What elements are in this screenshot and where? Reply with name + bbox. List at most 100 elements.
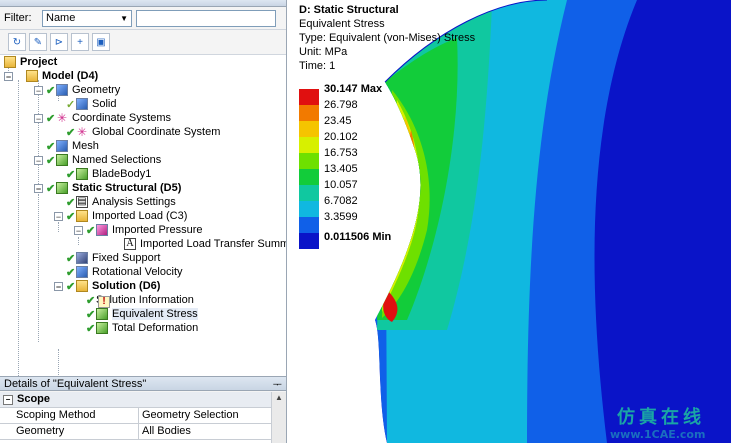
axis-icon: ✳ [76,125,88,139]
scroll-up-icon[interactable]: ▲ [272,392,286,404]
check-icon: ✔ [66,266,76,279]
legend-label: 10.057 [324,179,358,191]
outline-title-bar [0,0,286,7]
text-icon: A [124,238,136,250]
solution-icon [76,280,88,292]
collapse-icon[interactable]: − [54,211,63,221]
legend-swatch [299,185,319,201]
legend-label: 13.405 [324,163,358,175]
check-icon: ✔ [46,112,56,125]
tree-item-model[interactable]: − Model (D4) [4,69,98,83]
named-selection-icon [76,168,88,180]
tree-item-imported-load-transfer-summary[interactable]: A Imported Load Transfer Summa [124,237,286,251]
watermark-url: www.1CAE.com [610,428,706,441]
result-icon [96,322,108,334]
check-icon: ✔ [86,322,96,335]
analysis-icon [56,182,68,194]
tree-item-solution[interactable]: − ✔ Solution (D6) [54,279,160,293]
tree-item-project[interactable]: Project [4,55,57,69]
check-icon: ✔ [46,182,56,195]
legend-swatch [299,153,319,169]
check-icon: ✔ [46,154,56,167]
tree-item-mesh[interactable]: ✔ Mesh [46,139,99,153]
expand-all-icon[interactable]: + [71,33,89,51]
tree-item-rotational-velocity[interactable]: ✔ Rotational Velocity [66,265,183,279]
collapse-icon[interactable]: − [74,225,83,235]
collapse-icon[interactable]: − [34,85,43,95]
tree-item-total-deformation[interactable]: ✔ Total Deformation [86,321,198,335]
settings-icon: ▤ [76,196,88,208]
tree-item-static-structural[interactable]: − ✔ Static Structural (D5) [34,181,181,195]
outline-toolbar: ↻ ✎ ⊳ + ▣ [0,29,286,55]
select-tool-icon[interactable]: ✎ [29,33,47,51]
refresh-icon[interactable]: ↻ [8,33,26,51]
filter-search-input[interactable] [136,9,276,27]
details-title: Details of "Equivalent Stress" [4,377,147,390]
graphics-viewport[interactable]: D: Static Structural Equivalent Stress T… [287,0,731,443]
details-scrollbar[interactable]: ▲ [271,392,286,443]
tree-item-bladebody1[interactable]: ✔ BladeBody1 [66,167,151,181]
legend-swatch [299,201,319,217]
watermark-logo: 仿真在线 [617,407,705,428]
collapse-icon[interactable]: − [34,155,43,165]
legend-swatch [299,89,319,105]
tree-item-imported-pressure[interactable]: − ✔ Imported Pressure [74,223,202,237]
result-title: D: Static Structural [299,4,399,16]
legend-label: 3.3599 [324,211,358,223]
rotational-velocity-icon [76,266,88,278]
check-icon: ✔ [66,196,76,209]
tree-item-global-coordinate-system[interactable]: ✔ ✳ Global Coordinate System [66,125,220,139]
collapse-icon[interactable]: − [34,183,43,193]
tree-item-analysis-settings[interactable]: ✔ ▤ Analysis Settings [66,195,176,209]
named-selection-icon [56,154,68,166]
check-icon: ✔ [86,224,96,237]
project-icon [4,56,16,68]
legend-swatch [299,217,319,233]
result-annotation: D: Static Structural Equivalent Stress T… [299,3,475,73]
check-icon: ✓ [66,98,76,111]
collapse-icon[interactable]: − [34,113,43,123]
pin-icon[interactable]: ᅮ [273,376,282,391]
check-icon: ✔ [46,84,56,97]
result-type-line: Type: Equivalent (von-Mises) Stress [299,32,476,44]
folder-icon[interactable]: ▣ [92,33,110,51]
details-panel-header: Details of "Equivalent Stress" ᅮ [0,376,286,391]
branch-icon[interactable]: ⊳ [50,33,68,51]
outline-panel: Filter: Name ▼ ↻ ✎ ⊳ + ▣ Project − Model… [0,0,287,443]
tree-item-imported-load[interactable]: − ✔ Imported Load (C3) [54,209,187,223]
tree-item-solution-information[interactable]: ✔ ! Solution Information [86,293,194,308]
legend-swatch [299,169,319,185]
details-row-geometry[interactable]: Geometry All Bodies [0,424,286,440]
outline-tree: Project − Model (D4) − ✔ Geometry ✓ Soli… [0,55,286,380]
details-section-scope[interactable]: − Scope [0,392,286,408]
result-type: Equivalent Stress [299,18,385,30]
tree-item-fixed-support[interactable]: ✔ Fixed Support [66,251,160,265]
filter-label: Filter: [4,12,32,24]
pressure-icon [96,224,108,236]
check-icon: ✔ [86,308,96,321]
legend-label: 26.798 [324,99,358,111]
check-icon: ✔ [46,140,56,153]
tree-item-geometry[interactable]: − ✔ Geometry [34,83,120,97]
tree-item-solid[interactable]: ✓ Solid [66,97,116,111]
tree-item-named-selections[interactable]: − ✔ Named Selections [34,153,161,167]
result-time: Time: 1 [299,60,336,72]
geometry-icon [56,84,68,96]
filter-value: Name [46,12,76,24]
legend-label: 30.147 Max [324,83,383,95]
result-unit: Unit: MPa [299,46,348,58]
details-row-scoping-method[interactable]: Scoping Method Geometry Selection [0,408,286,424]
fixed-support-icon [76,252,88,264]
result-icon [96,308,108,320]
model-icon [26,70,38,82]
collapse-icon[interactable]: − [54,281,63,291]
collapse-icon[interactable]: − [3,394,13,405]
filter-dropdown[interactable]: Name ▼ [42,9,132,27]
collapse-icon[interactable]: − [4,71,13,81]
tree-item-coordinate-systems[interactable]: − ✔ ✳ Coordinate Systems [34,111,171,125]
legend-label: 23.45 [324,115,352,127]
filter-bar: Filter: Name ▼ [0,7,286,29]
mesh-icon [56,140,68,152]
tree-item-equivalent-stress[interactable]: ✔ Equivalent Stress [86,307,198,321]
legend-swatch-min [299,233,319,249]
